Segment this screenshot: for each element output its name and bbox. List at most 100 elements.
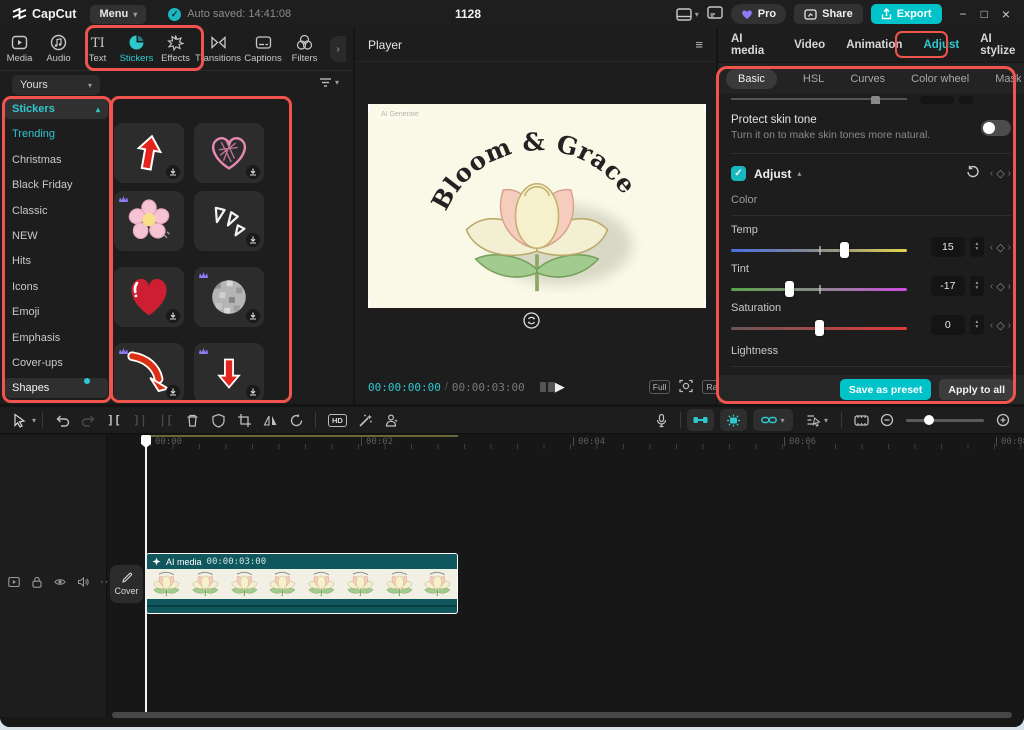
download-icon[interactable] — [246, 385, 260, 399]
sticker-pink-flower[interactable] — [114, 191, 184, 251]
timeline-ruler[interactable]: 00:00 00:02 00:04 00:06 00:08 — [107, 435, 1024, 452]
play-button[interactable]: ▶ — [555, 379, 565, 395]
saturation-stepper[interactable]: ▴▾ — [970, 315, 984, 335]
track-type-icon[interactable] — [8, 576, 20, 588]
download-icon[interactable] — [166, 165, 180, 179]
cover-button[interactable]: Cover — [110, 565, 143, 603]
tint-value[interactable]: -17 — [931, 276, 965, 296]
mask-button[interactable] — [205, 409, 231, 431]
sticker-triangles[interactable] — [194, 191, 264, 251]
auto-preview-button[interactable] — [720, 409, 747, 431]
protect-skin-tone-toggle[interactable] — [981, 120, 1011, 136]
pro-button[interactable]: Pro — [731, 4, 786, 24]
download-icon[interactable] — [246, 165, 260, 179]
tab-ai-stylize[interactable]: AI stylize — [980, 33, 1024, 57]
saturation-value[interactable]: 0 — [931, 315, 965, 335]
adjust-checkbox[interactable]: ✓ — [731, 166, 746, 181]
ai-character-button[interactable] — [379, 409, 405, 431]
category-trending[interactable]: Trending — [4, 124, 108, 144]
category-classic[interactable]: Classic — [4, 201, 108, 221]
slider-handle[interactable] — [840, 242, 849, 258]
keyframe-controls[interactable]: ‹◇› — [990, 319, 1011, 332]
timeline-zoom-slider[interactable] — [906, 414, 984, 426]
zoom-slider-handle[interactable] — [924, 415, 934, 425]
sticker-glossy-heart[interactable] — [114, 267, 184, 327]
source-dropdown[interactable]: Yours ▾ — [12, 75, 100, 95]
maximize-button[interactable]: □ — [981, 7, 988, 21]
zoom-fit-icon[interactable] — [679, 379, 693, 396]
collapse-caret-icon[interactable]: ▴ — [797, 169, 801, 178]
category-hits[interactable]: Hits — [4, 251, 108, 271]
saturation-slider[interactable] — [731, 320, 907, 336]
slider-handle[interactable] — [785, 281, 794, 297]
chevron-down-icon[interactable]: ▾ — [32, 416, 36, 425]
sort-filter-button[interactable]: ▾ — [319, 77, 339, 88]
category-new[interactable]: NEW — [4, 226, 108, 246]
tab-adjust[interactable]: Adjust — [923, 39, 959, 51]
reset-button[interactable] — [966, 165, 980, 182]
sticker-scribble-heart[interactable] — [194, 123, 264, 183]
split-keep-left-button[interactable]: ]| — [127, 409, 153, 431]
record-voiceover-button[interactable] — [648, 409, 674, 431]
split-keep-right-button[interactable]: |[ — [153, 409, 179, 431]
tab-animation[interactable]: Animation — [846, 39, 902, 51]
minimize-button[interactable]: − — [960, 7, 967, 21]
keyframe-controls[interactable]: ‹◇› — [990, 241, 1011, 254]
hd-quality-button[interactable]: HD — [328, 414, 347, 427]
loop-playback-button[interactable] — [523, 312, 540, 329]
download-icon[interactable] — [166, 385, 180, 399]
canvas-handle[interactable] — [704, 299, 706, 308]
category-shapes[interactable]: Shapes — [4, 378, 108, 398]
subtab-basic[interactable]: Basic — [726, 69, 777, 89]
layout-toggle-button[interactable]: ▾ — [676, 8, 699, 21]
keyframe-controls[interactable]: ‹◇› — [990, 280, 1011, 293]
temp-slider[interactable] — [731, 242, 907, 258]
category-christmas[interactable]: Christmas — [4, 150, 108, 170]
export-button[interactable]: Export — [871, 4, 942, 24]
apply-to-all-button[interactable]: Apply to all — [939, 379, 1014, 400]
tint-slider[interactable] — [731, 281, 907, 297]
timeline-clip-ai-media[interactable]: AI media 00:00:03:00 — [146, 553, 458, 614]
download-icon[interactable] — [166, 309, 180, 323]
tab-text[interactable]: TI Text — [78, 34, 117, 64]
menu-button[interactable]: Menu▾ — [90, 5, 146, 24]
category-emphasis[interactable]: Emphasis — [4, 328, 108, 348]
category-stickers[interactable]: Stickers▴ — [4, 99, 108, 119]
eye-icon[interactable] — [54, 576, 66, 588]
player-menu-icon[interactable]: ≡ — [695, 37, 703, 52]
more-tabs-button[interactable]: › — [330, 36, 346, 62]
rotate-button[interactable] — [283, 409, 309, 431]
mirror-button[interactable] — [257, 409, 283, 431]
magic-wand-button[interactable] — [353, 409, 379, 431]
subtab-color-wheel[interactable]: Color wheel — [911, 73, 969, 85]
lock-icon[interactable] — [31, 576, 43, 588]
delete-button[interactable] — [179, 409, 205, 431]
sticker-down-arrow[interactable] — [194, 343, 264, 403]
tab-transitions[interactable]: Transitions — [195, 34, 241, 64]
subtab-mask[interactable]: Mask — [995, 73, 1021, 85]
tab-media[interactable]: Media — [0, 34, 39, 64]
category-black-friday[interactable]: Black Friday — [4, 175, 108, 195]
save-as-preset-button[interactable]: Save as preset — [840, 379, 932, 400]
category-icons[interactable]: Icons — [4, 277, 108, 297]
tab-captions[interactable]: Captions — [241, 34, 285, 64]
download-icon[interactable] — [246, 233, 260, 247]
tab-filters[interactable]: Filters — [285, 34, 324, 64]
undo-button[interactable] — [49, 409, 75, 431]
temp-stepper[interactable]: ▴▾ — [970, 237, 984, 257]
tab-stickers[interactable]: Stickers — [117, 34, 156, 64]
linking-button[interactable]: ▾ — [753, 409, 793, 431]
preview-canvas[interactable]: AI Generate Bloom & Grace — [368, 104, 706, 308]
subtab-hsl[interactable]: HSL — [803, 73, 824, 85]
zoom-in-button[interactable] — [990, 409, 1016, 431]
frame-step-icon[interactable] — [539, 381, 555, 393]
full-button[interactable]: Full — [649, 380, 671, 394]
temp-value[interactable]: 15 — [931, 237, 965, 257]
canvas-handle[interactable] — [368, 104, 370, 113]
mute-icon[interactable] — [77, 576, 89, 588]
select-tool-button[interactable] — [6, 409, 32, 431]
zoom-out-button[interactable] — [874, 409, 900, 431]
playhead[interactable] — [145, 435, 147, 712]
tab-video[interactable]: Video — [794, 39, 825, 51]
tab-audio[interactable]: Audio — [39, 34, 78, 64]
